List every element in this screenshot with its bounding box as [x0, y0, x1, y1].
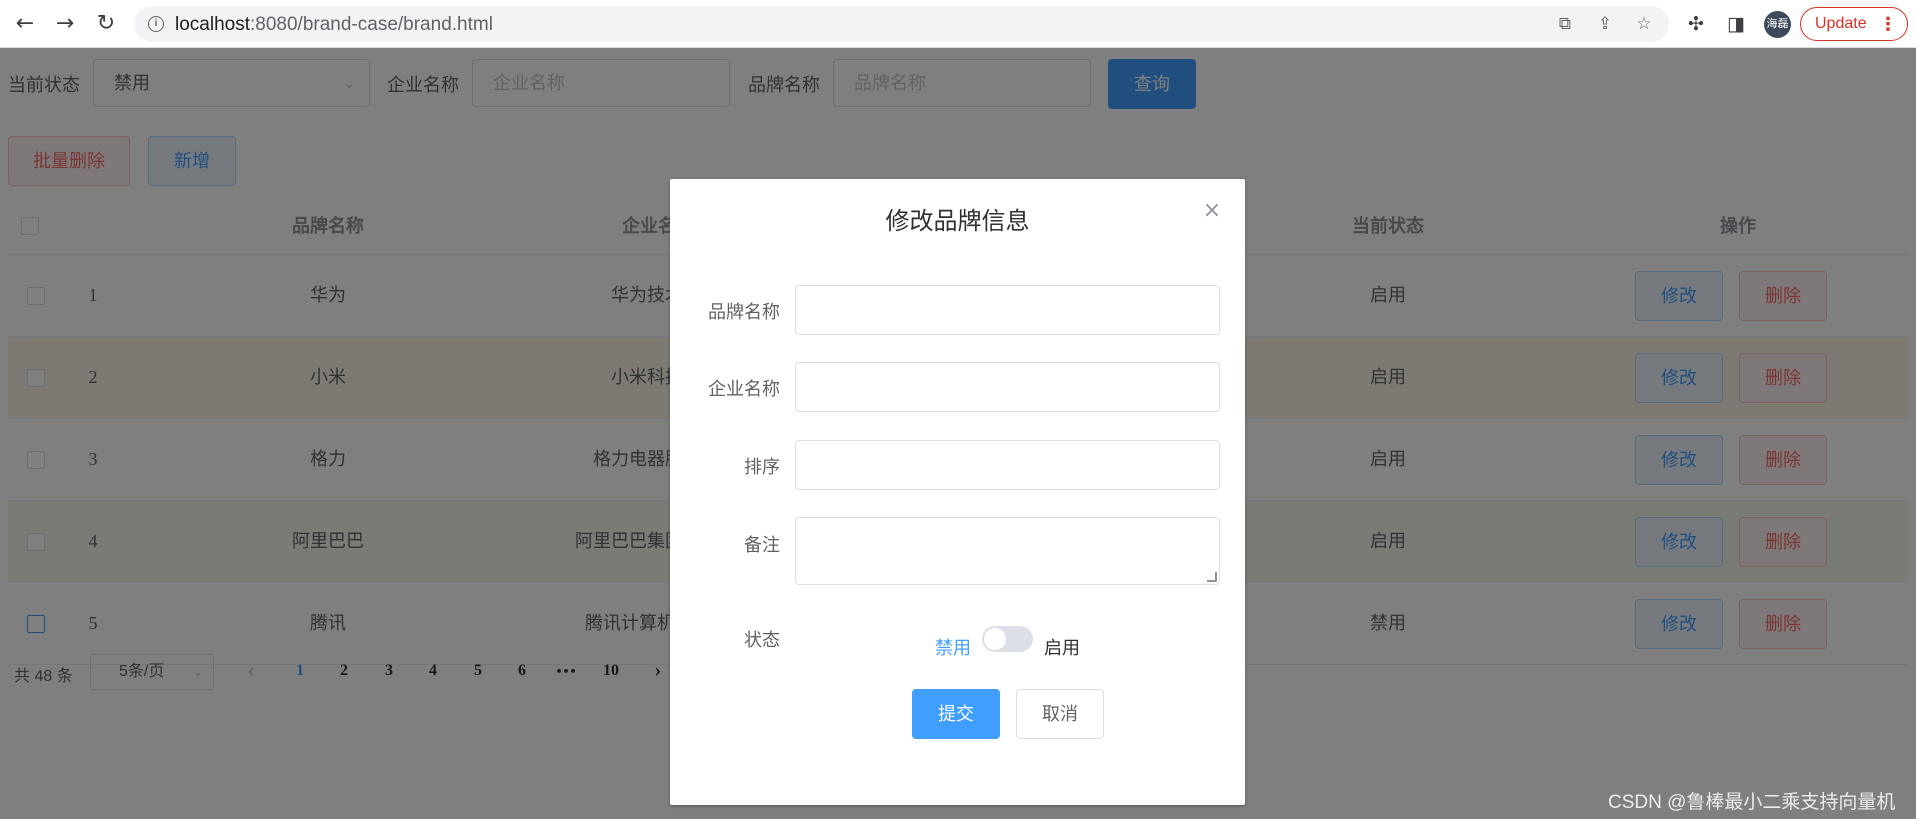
- order-input[interactable]: [795, 440, 1220, 490]
- dialog-title: 修改品牌信息: [885, 208, 1030, 235]
- company-name-label: 企业名称: [708, 379, 780, 399]
- submit-button[interactable]: 提交: [912, 689, 1000, 739]
- resize-handle-icon[interactable]: [1207, 572, 1217, 582]
- status-label: 状态: [744, 630, 780, 650]
- status-switch[interactable]: [982, 626, 1033, 652]
- back-icon[interactable]: ←: [12, 11, 38, 37]
- close-icon[interactable]: ×: [1200, 199, 1224, 223]
- brand-name-input[interactable]: [795, 285, 1220, 335]
- forward-icon[interactable]: →: [52, 11, 78, 37]
- remark-label: 备注: [744, 535, 780, 555]
- order-label: 排序: [744, 457, 780, 477]
- company-name-input[interactable]: [795, 362, 1220, 412]
- side-panel-icon[interactable]: ◨: [1724, 12, 1748, 36]
- more-icon: ⋮: [1879, 14, 1897, 34]
- remark-textarea[interactable]: [795, 517, 1220, 585]
- brand-name-label: 品牌名称: [708, 302, 780, 322]
- switch-on-label[interactable]: 启用: [1044, 634, 1080, 660]
- reload-icon[interactable]: ↻: [93, 11, 119, 37]
- translate-icon[interactable]: ⧉: [1555, 14, 1575, 34]
- browser-toolbar: ← → ↻ i localhost:8080/brand-case/brand.…: [0, 0, 1916, 48]
- watermark: CSDN @鲁棒最小二乘支持向量机: [1608, 792, 1896, 813]
- star-icon[interactable]: ☆: [1634, 14, 1654, 34]
- site-info-icon[interactable]: i: [148, 16, 164, 32]
- update-label: Update: [1815, 15, 1867, 32]
- share-icon[interactable]: ⇪: [1595, 14, 1615, 34]
- address-bar[interactable]: i localhost:8080/brand-case/brand.html ⧉…: [134, 6, 1669, 42]
- switch-knob: [984, 628, 1006, 650]
- url-text: localhost:8080/brand-case/brand.html: [175, 14, 493, 36]
- cancel-button[interactable]: 取消: [1016, 689, 1104, 739]
- profile-avatar[interactable]: 海磊: [1764, 11, 1791, 38]
- update-button[interactable]: Update ⋮: [1800, 7, 1908, 41]
- switch-off-label[interactable]: 禁用: [935, 634, 971, 660]
- edit-brand-dialog: 修改品牌信息 × 品牌名称 企业名称 排序 备注 状态 禁用 启用 提交 取消: [670, 179, 1245, 805]
- url-host: localhost: [175, 14, 250, 35]
- url-path: :8080/brand-case/brand.html: [250, 14, 493, 35]
- extensions-icon[interactable]: ✣: [1684, 12, 1708, 36]
